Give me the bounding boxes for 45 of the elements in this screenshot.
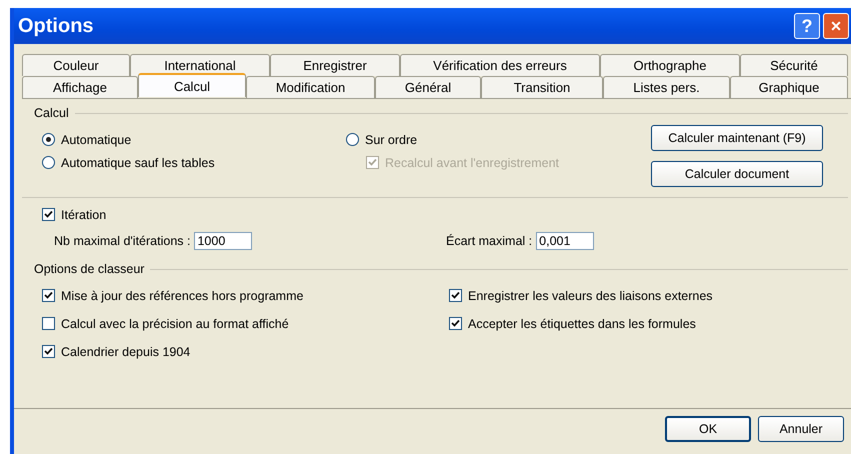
section-title: Options de classeur — [34, 262, 144, 276]
help-button[interactable]: ? — [794, 13, 820, 39]
input-field[interactable]: 0,001 — [536, 232, 594, 250]
tab[interactable]: Affichage — [22, 76, 138, 98]
field-label: Écart maximal : — [446, 234, 532, 248]
radio-button[interactable] — [42, 156, 55, 169]
tab[interactable]: International — [130, 54, 270, 76]
tab[interactable]: Général — [375, 76, 481, 98]
checkbox[interactable] — [42, 289, 55, 302]
section-title: Calcul — [34, 106, 69, 120]
tab[interactable]: Vérification des erreurs — [400, 54, 600, 76]
tab[interactable]: Calcul — [138, 73, 246, 97]
checkbox[interactable] — [449, 289, 462, 302]
option-label: Itération — [61, 208, 106, 222]
option-label: Automatique — [61, 132, 132, 146]
option-label: Sur ordre — [365, 132, 418, 146]
cancel-button[interactable]: Annuler — [758, 416, 844, 442]
radio-button[interactable] — [42, 133, 55, 146]
calculate-button[interactable]: Calculer document — [651, 161, 823, 187]
field-label: Nb maximal d'itérations : — [54, 234, 190, 248]
tab[interactable]: Modification — [246, 76, 375, 98]
checkbox[interactable] — [42, 317, 55, 330]
checkbox[interactable] — [42, 208, 55, 221]
tab[interactable]: Sécurité — [740, 54, 848, 76]
tab[interactable]: Couleur — [22, 54, 130, 76]
option-label: Calcul avec la précision au format affiché — [61, 316, 289, 330]
calculate-button[interactable]: Calculer maintenant (F9) — [651, 125, 823, 151]
close-button[interactable]: × — [823, 13, 849, 39]
option-label: Automatique sauf les tables — [61, 156, 215, 170]
option-label: Recalcul avant l'enregistrement — [385, 156, 559, 170]
tab[interactable]: Enregistrer — [270, 54, 400, 76]
tab[interactable]: Orthographe — [600, 54, 740, 76]
tab[interactable]: Transition — [481, 76, 603, 98]
option-label: Mise à jour des références hors programme — [61, 288, 304, 302]
option-label: Accepter les étiquettes dans les formules — [468, 316, 696, 330]
radio-button[interactable] — [346, 133, 359, 146]
ok-button[interactable]: OK — [665, 416, 751, 442]
tab[interactable]: Graphique — [730, 76, 848, 98]
tab[interactable]: Listes pers. — [603, 76, 730, 98]
checkbox[interactable] — [449, 317, 462, 330]
input-field[interactable]: 1000 — [194, 232, 252, 250]
checkbox[interactable] — [42, 345, 55, 358]
option-label: Enregistrer les valeurs des liaisons externes — [468, 288, 713, 302]
option-label: Calendrier depuis 1904 — [61, 344, 190, 358]
window-title: Options — [18, 14, 94, 38]
